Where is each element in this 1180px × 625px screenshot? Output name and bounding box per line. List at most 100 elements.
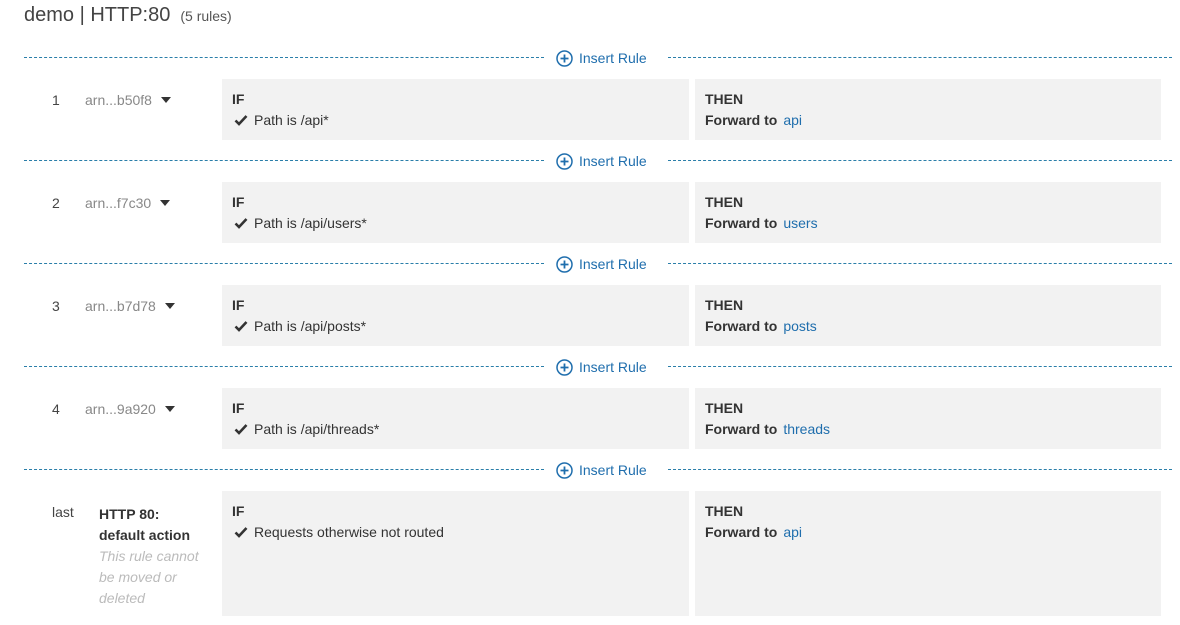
rule-arn: arn...b50f8 <box>85 92 152 108</box>
default-rule-note: This rule cannot be moved or deleted <box>99 548 199 606</box>
then-panel: THEN Forward to users <box>695 182 1161 243</box>
plus-circle-icon <box>556 255 573 273</box>
insert-rule-button[interactable]: Insert Rule <box>556 357 647 377</box>
rule-count: (5 rules) <box>180 8 232 24</box>
rule-arn-menu[interactable]: arn...b50f8 <box>85 92 171 108</box>
if-label: IF <box>232 503 245 519</box>
insert-rule-button[interactable]: Insert Rule <box>556 151 647 171</box>
checkmark-icon <box>234 424 248 435</box>
target-group-link[interactable]: api <box>783 112 802 128</box>
rule-arn: arn...f7c30 <box>85 195 152 211</box>
if-panel: IF Requests otherwise not routed <box>222 491 689 616</box>
insert-rule-label: Insert Rule <box>579 50 647 66</box>
insert-rule-label: Insert Rule <box>579 462 647 478</box>
rule-condition: Requests otherwise not routed <box>234 524 444 540</box>
forward-label: Forward to <box>705 215 778 231</box>
forward-label: Forward to <box>705 524 778 540</box>
insert-rule-divider: Insert Rule <box>24 460 1172 480</box>
if-panel: IF Path is /api/posts* <box>222 285 689 346</box>
rule-condition: Path is /api/users* <box>234 215 367 231</box>
rule-arn: arn...9a920 <box>85 401 156 417</box>
rule-condition: Path is /api* <box>234 112 329 128</box>
rule-action: Forward to posts <box>705 318 817 334</box>
condition-text: Path is /api/threads* <box>254 421 380 437</box>
divider-line <box>668 469 1172 470</box>
caret-down-icon <box>160 200 171 206</box>
then-label: THEN <box>705 400 744 416</box>
rule-number: 4 <box>52 401 60 417</box>
rule-action: Forward to users <box>705 215 818 231</box>
target-group-link[interactable]: threads <box>783 421 830 437</box>
then-panel: THEN Forward to api <box>695 79 1161 140</box>
divider-line <box>668 160 1172 161</box>
then-label: THEN <box>705 194 744 210</box>
then-panel: THEN Forward to api <box>695 491 1161 616</box>
plus-circle-icon <box>556 358 573 376</box>
rule-action: Forward to api <box>705 112 802 128</box>
then-label: THEN <box>705 91 744 107</box>
forward-label: Forward to <box>705 421 778 437</box>
if-label: IF <box>232 400 245 416</box>
insert-rule-divider: Insert Rule <box>24 254 1172 274</box>
if-panel: IF Path is /api* <box>222 79 689 140</box>
insert-rule-divider: Insert Rule <box>24 357 1172 377</box>
condition-text: Path is /api* <box>254 112 329 128</box>
checkmark-icon <box>234 527 248 538</box>
if-label: IF <box>232 297 245 313</box>
caret-down-icon <box>164 406 175 412</box>
if-label: IF <box>232 91 245 107</box>
divider-line <box>24 469 544 470</box>
rule-condition: Path is /api/posts* <box>234 318 366 334</box>
forward-label: Forward to <box>705 112 778 128</box>
rule-arn-menu[interactable]: arn...b7d78 <box>85 298 175 314</box>
insert-rule-divider: Insert Rule <box>24 151 1172 171</box>
divider-line <box>24 160 544 161</box>
rule-action: Forward to api <box>705 524 802 540</box>
condition-text: Requests otherwise not routed <box>254 524 444 540</box>
default-rule-title-line2: default action <box>99 527 191 543</box>
plus-circle-icon <box>556 461 573 479</box>
page-header: demo | HTTP:80 (5 rules) <box>24 4 232 32</box>
insert-rule-label: Insert Rule <box>579 153 647 169</box>
target-group-link[interactable]: api <box>783 524 802 540</box>
condition-text: Path is /api/users* <box>254 215 367 231</box>
insert-rule-label: Insert Rule <box>579 359 647 375</box>
divider-line <box>24 57 544 58</box>
checkmark-icon <box>234 115 248 126</box>
forward-label: Forward to <box>705 318 778 334</box>
default-rule-title-line1: HTTP 80: <box>99 506 160 522</box>
insert-rule-button[interactable]: Insert Rule <box>556 254 647 274</box>
divider-line <box>24 366 544 367</box>
if-panel: IF Path is /api/users* <box>222 182 689 243</box>
target-group-link[interactable]: users <box>783 215 817 231</box>
insert-rule-button[interactable]: Insert Rule <box>556 48 647 68</box>
divider-line <box>24 263 544 264</box>
divider-line <box>668 366 1172 367</box>
checkmark-icon <box>234 321 248 332</box>
rule-number: 1 <box>52 92 60 108</box>
insert-rule-divider: Insert Rule <box>24 48 1172 68</box>
rule-number: 2 <box>52 195 60 211</box>
rule-arn-menu[interactable]: arn...9a920 <box>85 401 175 417</box>
rule-number: 3 <box>52 298 60 314</box>
plus-circle-icon <box>556 152 573 170</box>
caret-down-icon <box>160 97 171 103</box>
rule-arn-menu[interactable]: arn...f7c30 <box>85 195 171 211</box>
condition-text: Path is /api/posts* <box>254 318 367 334</box>
rule-number: last <box>52 504 74 520</box>
if-panel: IF Path is /api/threads* <box>222 388 689 449</box>
rule-action: Forward to threads <box>705 421 830 437</box>
then-panel: THEN Forward to posts <box>695 285 1161 346</box>
if-label: IF <box>232 194 245 210</box>
insert-rule-label: Insert Rule <box>579 256 647 272</box>
then-label: THEN <box>705 297 744 313</box>
rule-condition: Path is /api/threads* <box>234 421 379 437</box>
divider-line <box>668 263 1172 264</box>
insert-rule-button[interactable]: Insert Rule <box>556 460 647 480</box>
checkmark-icon <box>234 218 248 229</box>
caret-down-icon <box>164 303 175 309</box>
then-panel: THEN Forward to threads <box>695 388 1161 449</box>
divider-line <box>668 57 1172 58</box>
then-label: THEN <box>705 503 744 519</box>
target-group-link[interactable]: posts <box>783 318 816 334</box>
